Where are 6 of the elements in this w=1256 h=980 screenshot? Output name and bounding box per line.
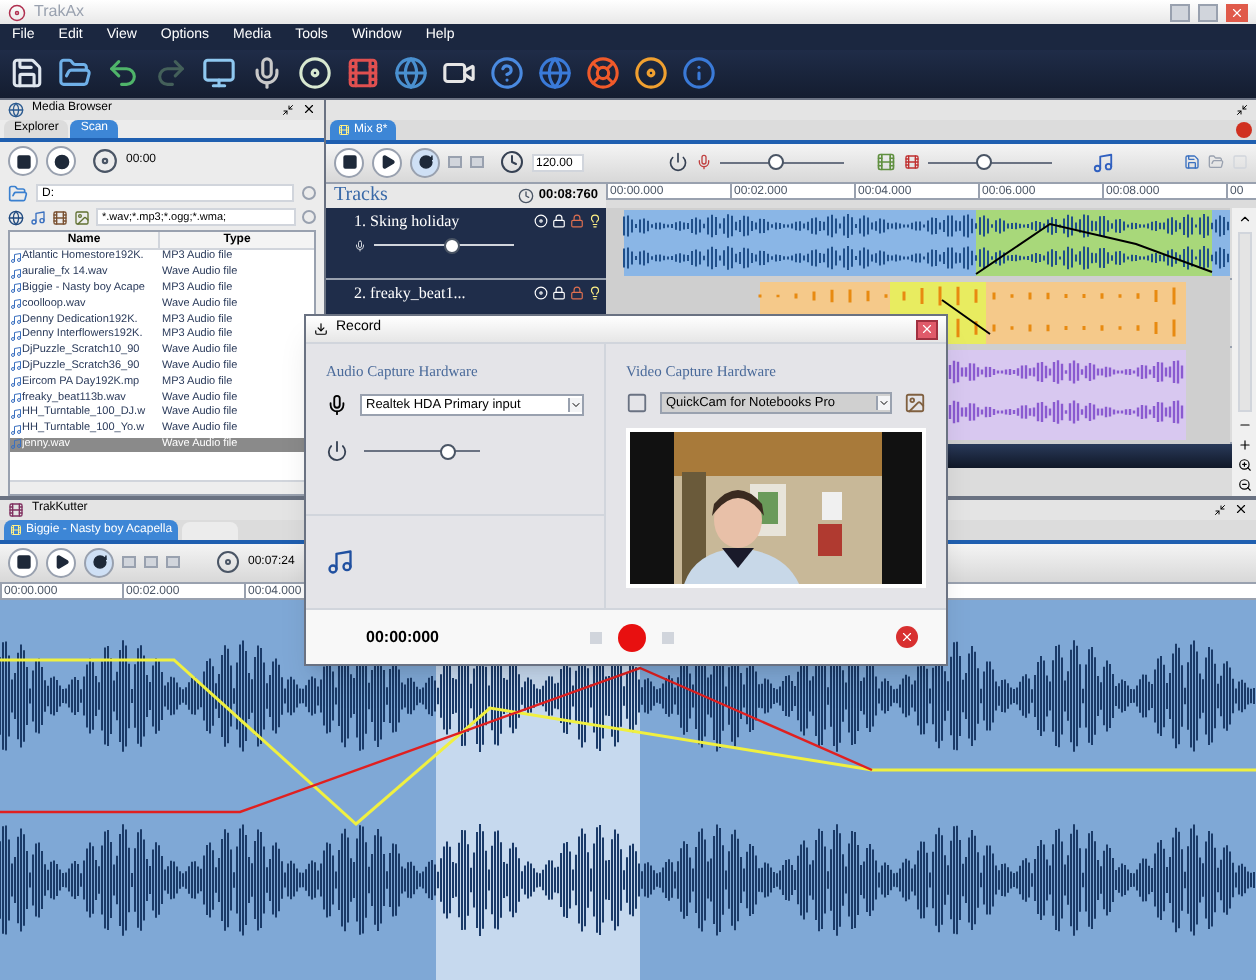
tracks-heading: Tracks [334, 183, 390, 208]
record-time: 00:00:000 [364, 625, 441, 649]
track-header[interactable]: 1. Sking holiday [326, 207, 606, 278]
track-name: 1. Sking holiday [352, 209, 462, 234]
track-name: 2. freaky_beat1... [352, 281, 468, 306]
window-title: TrakAx [34, 0, 87, 25]
